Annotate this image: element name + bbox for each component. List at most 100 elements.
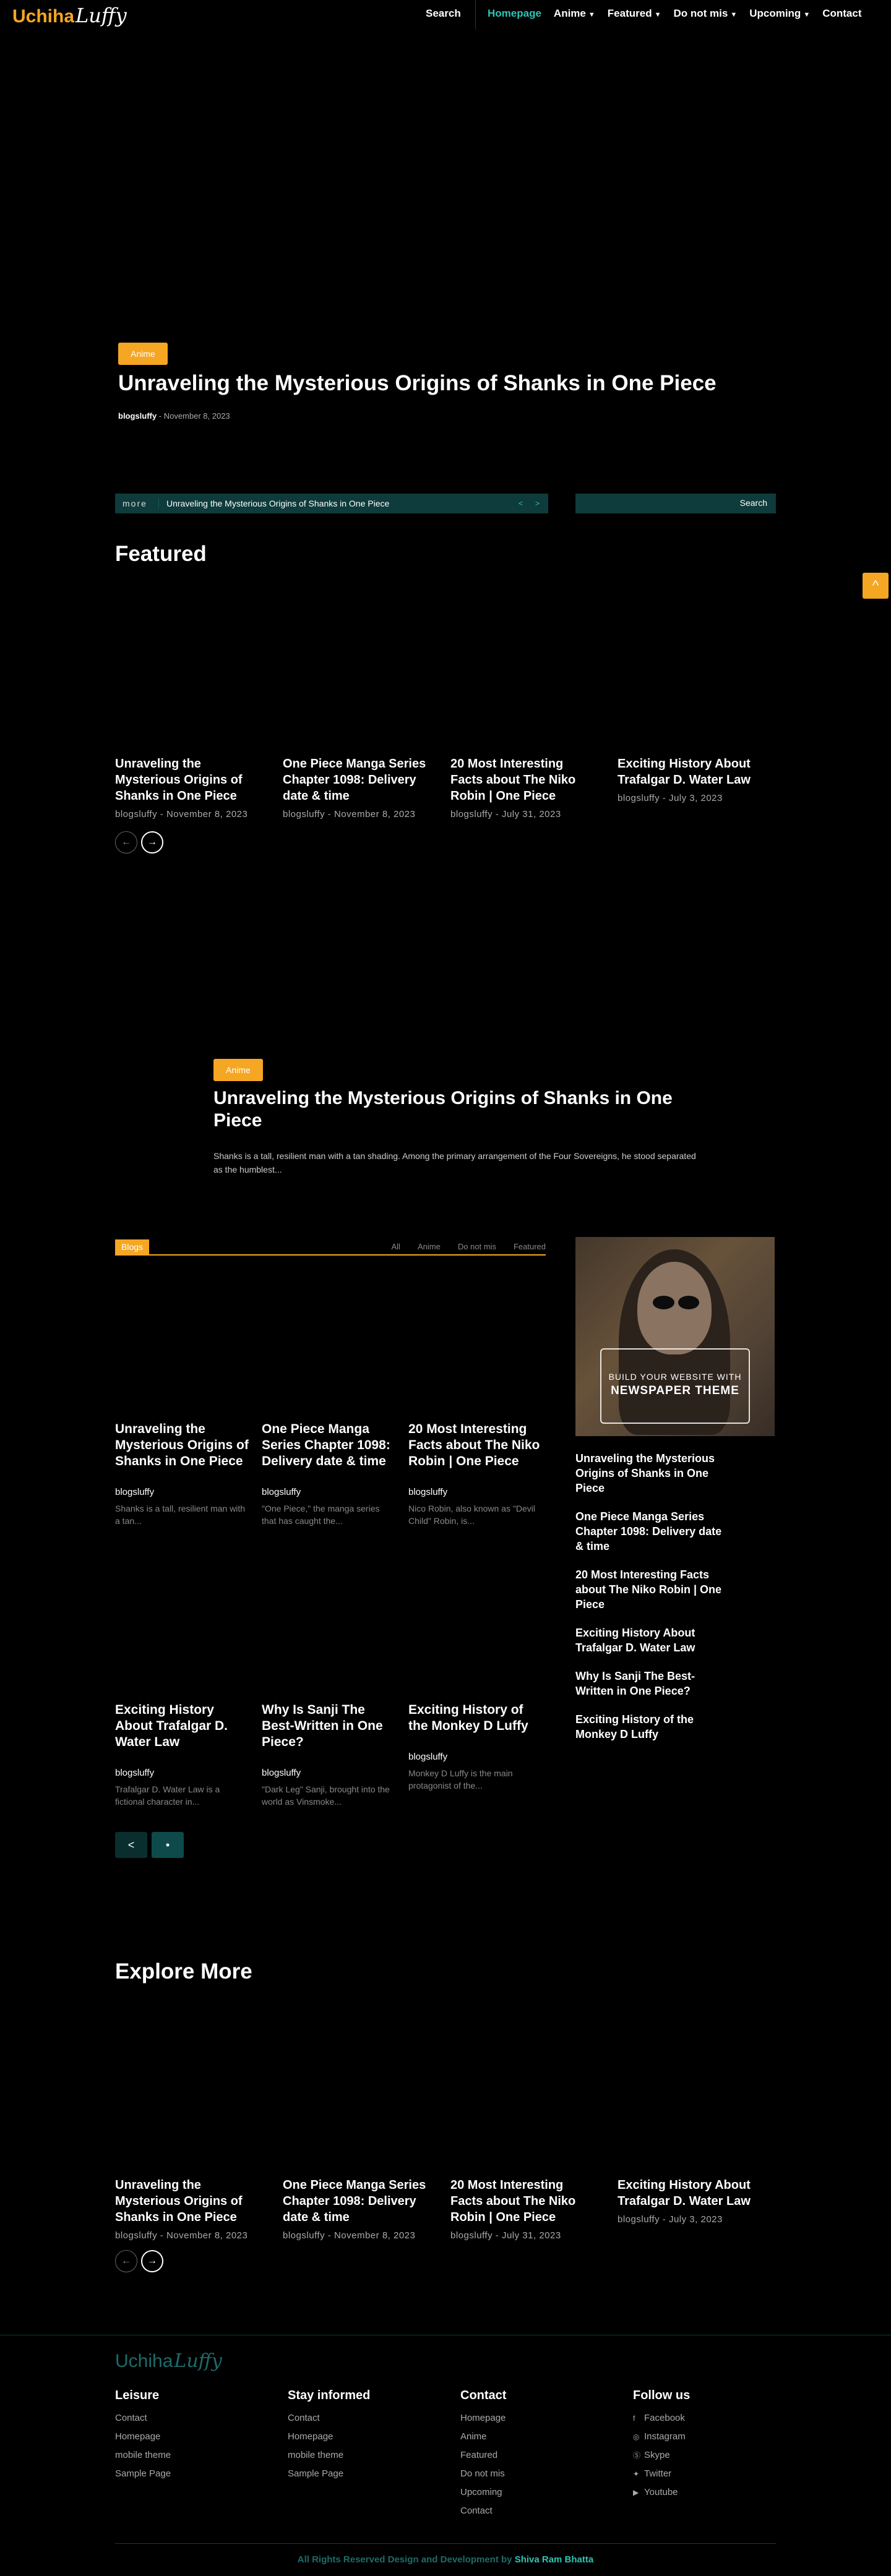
footer-link[interactable]: Contact [115,2409,239,2428]
blog-card[interactable]: One Piece Manga Series Chapter 1098: Del… [262,1421,395,1527]
sidebar-post-link[interactable]: Unraveling the Mysterious Origins of Sha… [575,1451,724,1496]
card-author[interactable]: blogsluffy [115,809,157,819]
card-author[interactable]: blogsluffy [115,1487,249,1497]
card-author[interactable]: blogsluffy [283,809,325,819]
card-author[interactable]: blogsluffy [618,2214,660,2225]
blog-card[interactable]: 20 Most Interesting Facts about The Niko… [408,1421,542,1527]
card-author[interactable]: blogsluffy [283,2230,325,2241]
footer-social-link[interactable]: Ⓢ Skype [633,2446,757,2465]
card-title[interactable]: Exciting History About Trafalgar D. Wate… [115,1702,249,1750]
blogs-prev-button[interactable]: < [115,1832,147,1858]
ticker-headline[interactable]: Unraveling the Mysterious Origins of Sha… [158,499,519,508]
nav-upcoming[interactable]: Upcoming ▼ [749,7,810,20]
card-title[interactable]: One Piece Manga Series Chapter 1098: Del… [283,2177,431,2225]
featured-card[interactable]: One Piece Manga Series Chapter 1098: Del… [283,756,431,819]
footer-link[interactable]: Featured [460,2446,584,2465]
social-label: Facebook [644,2413,685,2423]
footer-link[interactable]: Sample Page [288,2465,411,2483]
explore-card[interactable]: One Piece Manga Series Chapter 1098: Del… [283,2177,431,2241]
footer-link[interactable]: Contact [460,2502,584,2520]
card-author[interactable]: blogsluffy [262,1768,395,1778]
footer-link[interactable]: mobile theme [115,2446,239,2465]
card-title[interactable]: Unraveling the Mysterious Origins of Sha… [115,756,264,804]
card-author[interactable]: blogsluffy [408,1752,542,1762]
blog-card[interactable]: Exciting History About Trafalgar D. Wate… [115,1702,249,1808]
nav-featured[interactable]: Featured ▼ [608,7,661,20]
footer-social-link[interactable]: ▶ Youtube [633,2483,757,2502]
site-logo[interactable]: Uchiha Luffy [12,4,127,27]
card-author[interactable]: blogsluffy [450,2230,493,2241]
footer-social-link[interactable]: ✦ Twitter [633,2465,757,2483]
footer-logo[interactable]: Uchiha Luffy [115,2350,222,2372]
blog-card[interactable]: Exciting History of the Monkey D Luffy b… [408,1702,542,1792]
featured-card[interactable]: 20 Most Interesting Facts about The Niko… [450,756,599,819]
search-link[interactable]: Search [426,7,461,20]
footer-link[interactable]: Contact [288,2409,411,2428]
card-title[interactable]: One Piece Manga Series Chapter 1098: Del… [283,756,431,804]
hero-author[interactable]: blogsluffy [118,411,157,421]
blogs-next-button[interactable]: • [152,1832,184,1858]
featured-prev-button[interactable]: ← [115,831,137,854]
tab-all[interactable]: All [392,1242,400,1251]
nav-homepage[interactable]: Homepage [488,7,541,20]
card-author[interactable]: blogsluffy [408,1487,542,1497]
scroll-to-top-button[interactable]: ^ [863,573,889,599]
footer-link[interactable]: Upcoming [460,2483,584,2502]
search-button[interactable]: Search [740,498,767,508]
footer-link[interactable]: Sample Page [115,2465,239,2483]
feature-category-badge[interactable]: Anime [213,1059,263,1081]
card-title[interactable]: Unraveling the Mysterious Origins of Sha… [115,1421,249,1470]
card-author[interactable]: blogsluffy [450,809,493,819]
card-title[interactable]: Unraveling the Mysterious Origins of Sha… [115,2177,264,2225]
hero-category-badge[interactable]: Anime [118,343,168,365]
sidebar-post-link[interactable]: Exciting History About Trafalgar D. Wate… [575,1625,724,1655]
nav-contact[interactable]: Contact [822,7,861,20]
card-title[interactable]: Why Is Sanji The Best-Written in One Pie… [262,1702,395,1750]
featured-card[interactable]: Unraveling the Mysterious Origins of Sha… [115,756,264,819]
footer-link[interactable]: Homepage [288,2428,411,2446]
sidebar-post-link[interactable]: Why Is Sanji The Best-Written in One Pie… [575,1669,724,1698]
explore-card[interactable]: Unraveling the Mysterious Origins of Sha… [115,2177,264,2241]
sidebar-post-link[interactable]: One Piece Manga Series Chapter 1098: Del… [575,1509,724,1554]
blog-card[interactable]: Unraveling the Mysterious Origins of Sha… [115,1421,249,1527]
explore-card[interactable]: Exciting History About Trafalgar D. Wate… [618,2177,766,2225]
card-title[interactable]: Exciting History of the Monkey D Luffy [408,1702,542,1734]
ticker-prev-button[interactable]: < [519,499,523,508]
tab-anime[interactable]: Anime [418,1242,441,1251]
card-title[interactable]: 20 Most Interesting Facts about The Niko… [450,2177,599,2225]
card-title[interactable]: One Piece Manga Series Chapter 1098: Del… [262,1421,395,1470]
footer-link[interactable]: Anime [460,2428,584,2446]
footer-social-link[interactable]: f Facebook [633,2409,757,2428]
card-author[interactable]: blogsluffy [115,1768,249,1778]
card-title[interactable]: 20 Most Interesting Facts about The Niko… [450,756,599,804]
nav-anime[interactable]: Anime ▼ [554,7,595,20]
search-input[interactable]: Search [575,494,776,513]
explore-card[interactable]: 20 Most Interesting Facts about The Niko… [450,2177,599,2241]
card-author[interactable]: blogsluffy [618,793,660,803]
footer-link[interactable]: mobile theme [288,2446,411,2465]
footer-link[interactable]: Homepage [460,2409,584,2428]
ticker-next-button[interactable]: > [535,499,540,508]
feature-title[interactable]: Unraveling the Mysterious Origins of Sha… [213,1087,684,1132]
card-title[interactable]: 20 Most Interesting Facts about The Niko… [408,1421,542,1470]
nav-do-not-mis[interactable]: Do not mis ▼ [673,7,737,20]
footer-social-link[interactable]: ◎ Instagram [633,2428,757,2446]
featured-next-button[interactable]: → [141,831,163,854]
footer-link[interactable]: Do not mis [460,2465,584,2483]
card-title[interactable]: Exciting History About Trafalgar D. Wate… [618,756,766,788]
blog-card[interactable]: Why Is Sanji The Best-Written in One Pie… [262,1702,395,1808]
sidebar-post-link[interactable]: 20 Most Interesting Facts about The Niko… [575,1567,724,1612]
copyright-author-link[interactable]: Shiva Ram Bhatta [515,2554,594,2565]
tab-featured[interactable]: Featured [514,1242,546,1251]
card-title[interactable]: Exciting History About Trafalgar D. Wate… [618,2177,766,2209]
sidebar-post-link[interactable]: Exciting History of the Monkey D Luffy [575,1712,724,1742]
tab-do-not-mis[interactable]: Do not mis [458,1242,496,1251]
footer-link[interactable]: Homepage [115,2428,239,2446]
card-author[interactable]: blogsluffy [115,2230,157,2241]
explore-prev-button[interactable]: ← [115,2250,137,2272]
hero-title[interactable]: Unraveling the Mysterious Origins of Sha… [118,371,737,396]
featured-card[interactable]: Exciting History About Trafalgar D. Wate… [618,756,766,803]
explore-next-button[interactable]: → [141,2250,163,2272]
card-author[interactable]: blogsluffy [262,1487,395,1497]
newspaper-theme-banner[interactable]: BUILD YOUR WEBSITE WITH NEWSPAPER THEME [575,1237,775,1436]
